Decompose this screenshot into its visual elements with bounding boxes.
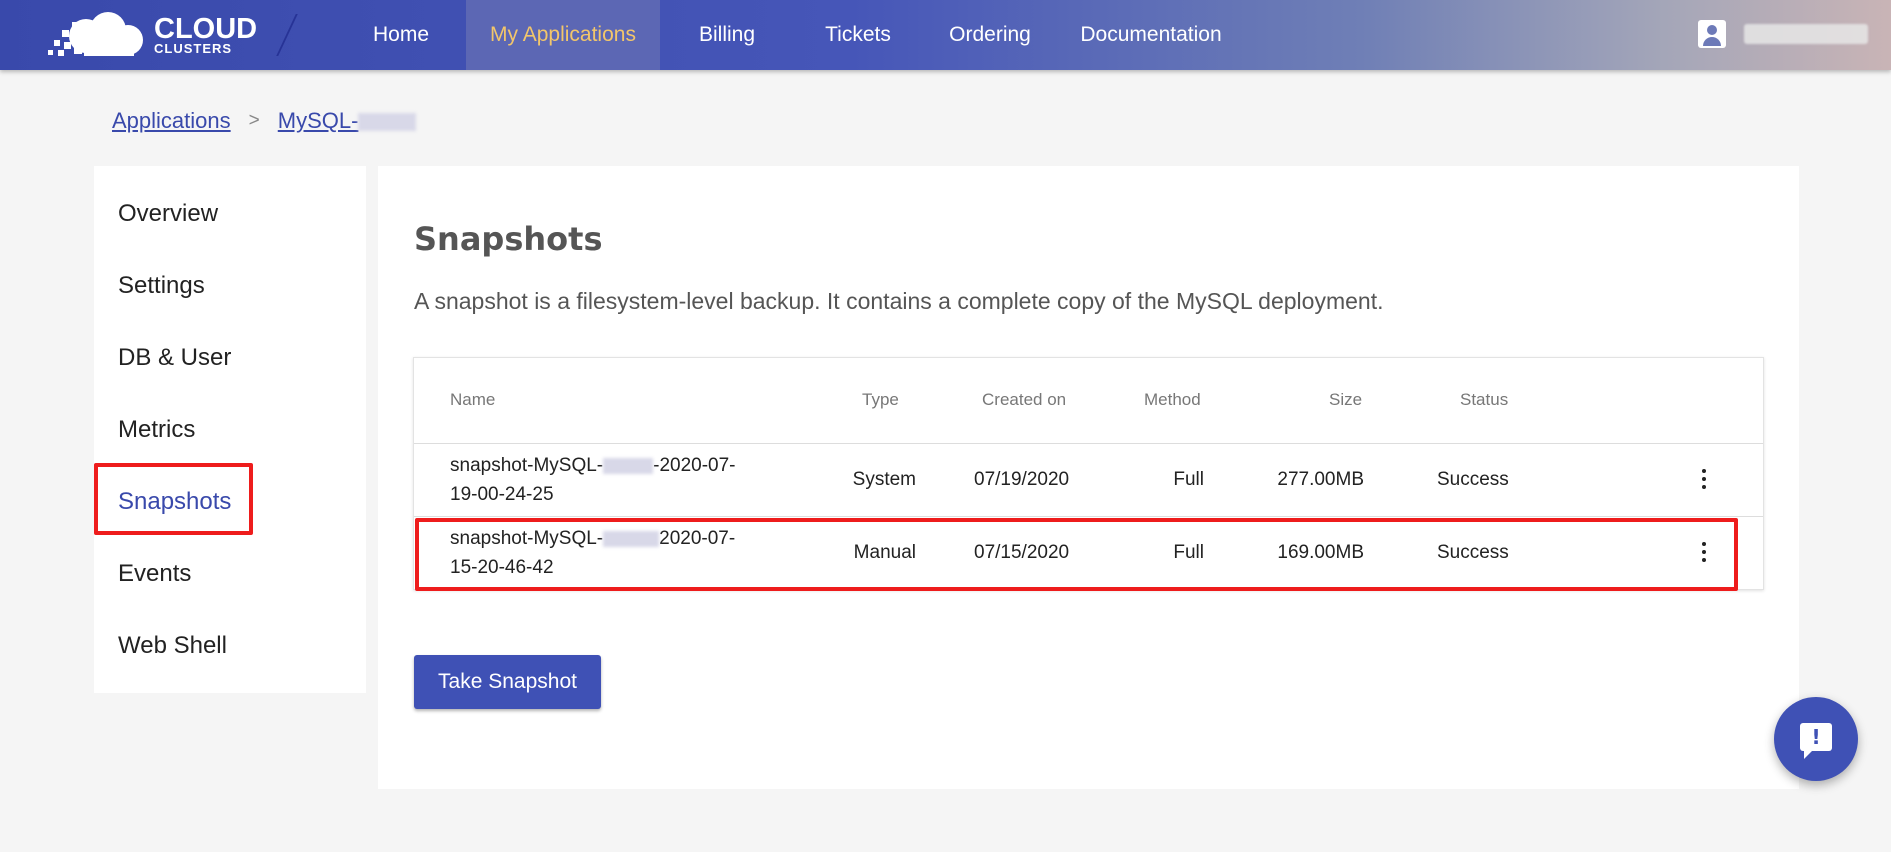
table-row-1-status: Success xyxy=(1437,469,1509,490)
sidebar-item-metrics[interactable]: Metrics xyxy=(118,416,195,444)
page-description: A snapshot is a filesystem-level backup.… xyxy=(414,288,1384,314)
nav-divider xyxy=(276,14,298,56)
nav-home[interactable]: Home xyxy=(352,0,450,70)
column-header-created-on: Created on xyxy=(982,390,1067,409)
table-row-1-name: snapshot-MySQL- -2020-07- 19-00-24-25 xyxy=(450,451,736,509)
sidebar-item-events[interactable]: Events xyxy=(118,560,191,588)
column-header-name: Name xyxy=(450,390,496,409)
sidebar-item-web-shell[interactable]: Web Shell xyxy=(118,632,227,660)
more-vert-icon[interactable] xyxy=(1694,466,1714,492)
breadcrumb-separator: > xyxy=(248,110,260,131)
nav-my-applications[interactable]: My Applications xyxy=(466,0,660,70)
manual-snapshot-highlight-box xyxy=(415,518,1738,591)
page-title: Snapshots xyxy=(414,220,603,258)
table-row-1-size: 277.00MB xyxy=(1277,469,1364,490)
snapshot-name-prefix: snapshot-MySQL- xyxy=(450,455,604,476)
snapshots-highlight-box xyxy=(94,463,253,535)
column-header-size: Size xyxy=(1329,390,1363,409)
header-divider xyxy=(414,443,1763,444)
nav-tickets[interactable]: Tickets xyxy=(808,0,908,70)
nav-billing[interactable]: Billing xyxy=(680,0,774,70)
snapshot-name-suffix: -2020-07- xyxy=(653,455,736,476)
table-row-1-type: System xyxy=(852,469,916,490)
feedback-icon: ! xyxy=(1800,723,1832,759)
snapshot-name-time: 19-00-24-25 xyxy=(450,484,554,505)
breadcrumb: Applications > MySQL- xyxy=(112,108,417,134)
top-nav-bar: CLOUD CLUSTERS Home My Applications Bill… xyxy=(0,0,1891,70)
sidebar-item-db-user[interactable]: DB & User xyxy=(118,344,231,372)
redacted-app-id xyxy=(603,457,654,474)
table-row-1-created: 07/19/2020 xyxy=(974,469,1070,490)
column-header-method: Method xyxy=(1144,390,1201,409)
column-header-status: Status xyxy=(1460,390,1509,409)
breadcrumb-current-app[interactable]: MySQL- xyxy=(278,108,417,134)
logo-text-cloud: CLOUD xyxy=(154,13,258,45)
nav-documentation[interactable]: Documentation xyxy=(1072,0,1230,70)
user-name-redacted[interactable] xyxy=(1744,24,1868,44)
breadcrumb-app-name: MySQL- xyxy=(277,108,359,133)
sidebar-item-overview[interactable]: Overview xyxy=(118,200,218,228)
table-row-1-method: Full xyxy=(1173,469,1204,490)
cloud-clusters-logo[interactable]: CLOUD CLUSTERS xyxy=(36,8,257,60)
feedback-button[interactable]: ! xyxy=(1774,697,1858,781)
take-snapshot-button[interactable]: Take Snapshot xyxy=(414,655,601,709)
app-sidebar: Overview Settings DB & User Metrics Snap… xyxy=(94,166,366,693)
sidebar-item-settings[interactable]: Settings xyxy=(118,272,205,300)
nav-ordering[interactable]: Ordering xyxy=(940,0,1040,70)
column-header-type: Type xyxy=(862,390,899,409)
logo-text-clusters: CLUSTERS xyxy=(154,41,233,56)
cloud-logo-icon xyxy=(48,12,143,56)
row-divider xyxy=(414,516,1763,517)
breadcrumb-applications[interactable]: Applications xyxy=(112,108,231,134)
account-box-icon[interactable] xyxy=(1698,20,1726,48)
redacted-app-id xyxy=(358,113,417,132)
